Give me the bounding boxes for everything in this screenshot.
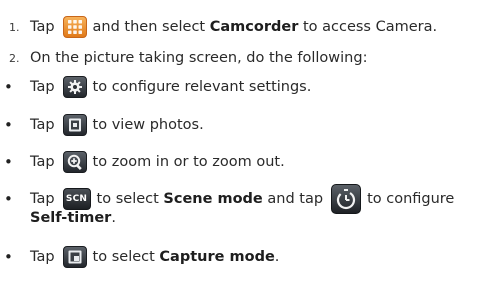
bullet-photos: • Tap to view photos. xyxy=(0,114,204,136)
bullet-text: to configure relevant settings. xyxy=(92,79,312,95)
bullet-text: to zoom in or to zoom out. xyxy=(92,154,285,170)
self-timer-label: Self-timer xyxy=(30,210,112,226)
step-text: to access Camera. xyxy=(302,19,438,35)
bullet-zoom: • Tap to zoom in or to zoom out. xyxy=(0,151,285,173)
bullet-capture: • Tap to select Capture mode. xyxy=(0,246,279,268)
scene-mode-icon: SCN xyxy=(62,188,91,210)
step-text: On the picture taking screen, do the fol… xyxy=(30,50,368,66)
bullet-marker: • xyxy=(4,190,13,208)
bullet-text: Tap xyxy=(30,79,55,95)
self-timer-icon xyxy=(331,184,362,214)
apps-grid-icon xyxy=(62,16,87,38)
bullet-text: Tap xyxy=(30,249,55,265)
step-1: 1. Tap and then select Camcorder to acce… xyxy=(0,16,437,38)
step-number: 2. xyxy=(9,51,20,65)
bullet-text: to view photos. xyxy=(92,117,204,133)
bullet-marker: • xyxy=(4,116,13,134)
bullet-marker: • xyxy=(4,153,13,171)
bullet-text: Tap xyxy=(30,154,55,170)
bullet-scene-continued: Self-timer. xyxy=(0,210,116,226)
bullet-text: . xyxy=(274,249,280,265)
photo-viewer-icon xyxy=(62,114,87,136)
bullet-text: to configure xyxy=(367,191,455,207)
step-2: 2. On the picture taking screen, do the … xyxy=(0,50,367,66)
bullet-settings: • Tap to configure relevant settings. xyxy=(0,76,311,98)
scene-mode-label: Scene mode xyxy=(163,191,263,207)
bullet-text: and tap xyxy=(267,191,324,207)
capture-mode-label: Capture mode xyxy=(159,249,275,265)
bullet-text: to select xyxy=(96,191,159,207)
bullet-text: Tap xyxy=(30,117,55,133)
bullet-text: Tap xyxy=(30,191,55,207)
step-text: and then select xyxy=(92,19,206,35)
camcorder-label: Camcorder xyxy=(209,19,299,35)
bullet-text: . xyxy=(111,210,116,226)
bullet-marker: • xyxy=(4,248,13,266)
bullet-text: to select xyxy=(92,249,155,265)
capture-mode-icon xyxy=(62,246,87,268)
zoom-in-icon xyxy=(62,151,87,173)
gear-settings-icon xyxy=(62,76,87,98)
bullet-marker: • xyxy=(4,78,13,96)
step-number: 1. xyxy=(9,20,20,34)
step-text: Tap xyxy=(30,19,55,35)
